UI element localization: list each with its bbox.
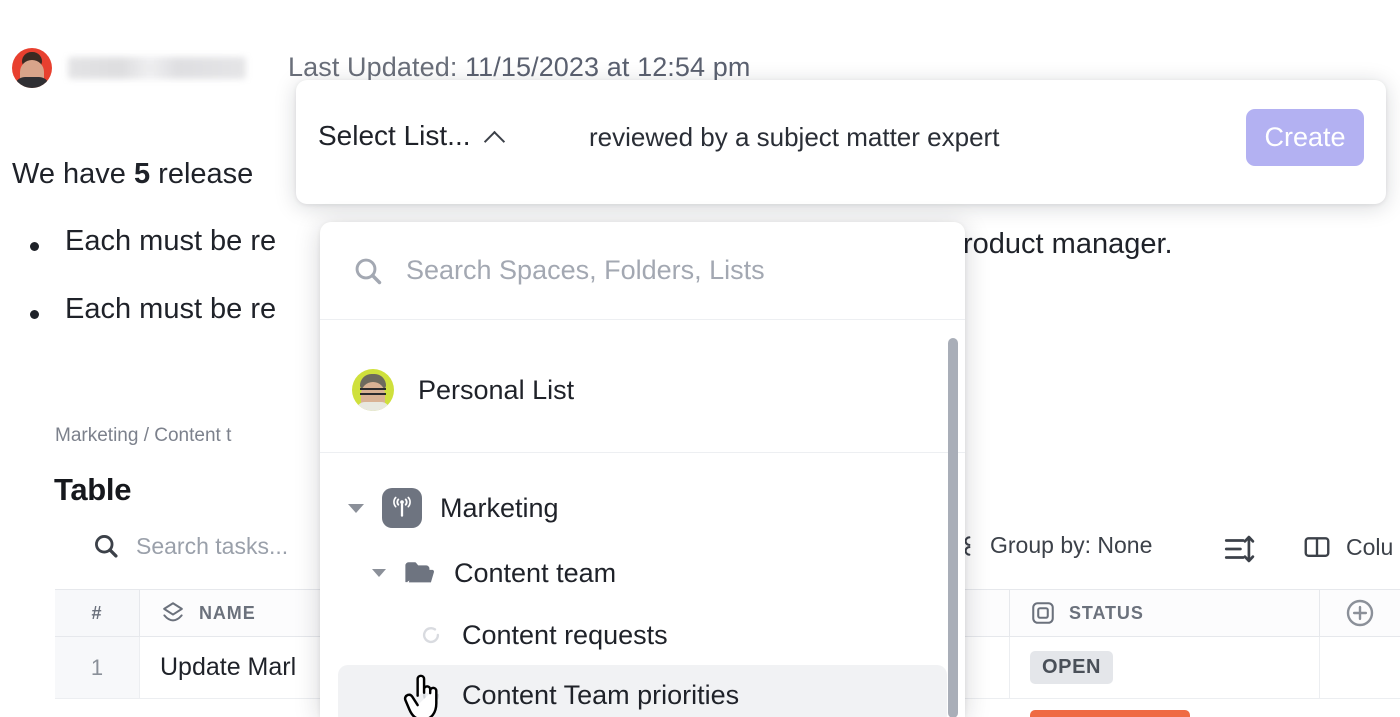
search-tasks-input[interactable]: Search tasks... — [92, 532, 288, 560]
dropdown-item-label: Marketing — [440, 493, 559, 524]
search-icon — [352, 255, 384, 287]
row-add-cell — [1320, 637, 1400, 698]
column-header-index[interactable]: # — [55, 590, 140, 636]
author-name-redacted — [68, 57, 246, 79]
dropdown-item-label: Content Team priorities — [462, 680, 739, 711]
group-by-label: Group by: None — [990, 532, 1152, 559]
chevron-up-icon — [486, 127, 505, 146]
plus-circle-icon — [1344, 597, 1376, 629]
select-list-dropdown-trigger[interactable]: Select List... — [318, 120, 505, 152]
column-header-status-label: STATUS — [1069, 603, 1144, 624]
document-paragraph: We have 5 release — [12, 158, 253, 191]
bullet-dot-icon — [30, 242, 39, 251]
group-by-button[interactable]: Group by: None — [952, 532, 1152, 559]
dropdown-item-label: Personal List — [418, 375, 574, 406]
dropdown-item-list-content-requests[interactable]: Content requests — [320, 605, 965, 665]
dropdown-item-label: Content team — [454, 558, 616, 589]
last-updated-label: Last Updated: — [288, 52, 457, 82]
list-item: Each must be re — [30, 225, 276, 258]
columns-label: Colu — [1346, 534, 1393, 561]
search-icon — [92, 532, 120, 560]
last-updated-value: 11/15/2023 at 12:54 pm — [465, 52, 750, 82]
row-status-cell[interactable]: OPEN — [1010, 637, 1320, 698]
breadcrumb[interactable]: Marketing / Content t — [55, 425, 231, 447]
app-root: Last Updated: 11/15/2023 at 12:54 pm We … — [0, 0, 1400, 717]
create-button[interactable]: Create — [1246, 109, 1364, 166]
dropdown-search-field[interactable]: Search Spaces, Folders, Lists — [320, 222, 965, 320]
status-badge-orange[interactable] — [1030, 710, 1190, 717]
search-tasks-placeholder: Search tasks... — [136, 533, 288, 560]
create-task-popup: Select List... reviewed by a subject mat… — [296, 80, 1386, 204]
dropdown-item-label: Content requests — [462, 620, 668, 651]
dropdown-item-space-marketing[interactable]: Marketing — [320, 475, 965, 541]
status-badge[interactable]: OPEN — [1030, 651, 1113, 684]
paragraph-count: 5 — [134, 158, 150, 190]
row-index: 1 — [55, 637, 140, 698]
dropdown-item-folder-content-team[interactable]: Content team — [320, 541, 965, 605]
list-dot-icon — [420, 624, 442, 646]
bullet-text-tail: roduct manager. — [963, 228, 1173, 261]
sort-button[interactable] — [1222, 532, 1256, 571]
paragraph-prefix: We have — [12, 158, 134, 190]
dropdown-item-list-content-team-priorities[interactable]: Content Team priorities — [338, 665, 947, 717]
triangle-down-icon[interactable] — [372, 569, 386, 577]
task-description-input[interactable]: reviewed by a subject matter expert — [589, 122, 999, 153]
dropdown-search-placeholder: Search Spaces, Folders, Lists — [406, 255, 765, 286]
user-avatar-icon — [352, 369, 394, 411]
add-column-button[interactable] — [1320, 590, 1400, 636]
broadcast-tower-icon — [382, 488, 422, 528]
column-header-name-label: NAME — [199, 603, 256, 624]
bullet-dot-icon — [30, 310, 39, 319]
sort-icon — [1222, 532, 1256, 566]
page-title: Table — [54, 472, 131, 508]
columns-icon — [1302, 532, 1332, 562]
dropdown-item-personal-list[interactable]: Personal List — [320, 346, 965, 434]
document-author-row — [12, 48, 246, 88]
select-list-label: Select List... — [318, 120, 471, 152]
columns-button[interactable]: Colu — [1302, 532, 1393, 562]
triangle-down-icon[interactable] — [348, 504, 364, 513]
last-updated: Last Updated: 11/15/2023 at 12:54 pm — [288, 52, 750, 83]
list-dot-icon — [420, 684, 442, 706]
list-item: Each must be re — [30, 293, 276, 326]
bullet-text: Each must be re — [65, 225, 276, 258]
folder-open-icon — [404, 560, 436, 586]
bullet-text: Each must be re — [65, 293, 276, 326]
status-square-icon — [1030, 600, 1056, 626]
column-header-status[interactable]: STATUS — [1010, 590, 1320, 636]
dropdown-body: Personal List Marketing — [320, 320, 965, 717]
paragraph-suffix: release — [150, 158, 253, 190]
list-picker-dropdown: Search Spaces, Folders, Lists Personal L… — [320, 222, 965, 717]
vertical-scrollbar[interactable] — [948, 338, 958, 717]
layers-icon — [160, 600, 186, 626]
avatar — [12, 48, 52, 88]
